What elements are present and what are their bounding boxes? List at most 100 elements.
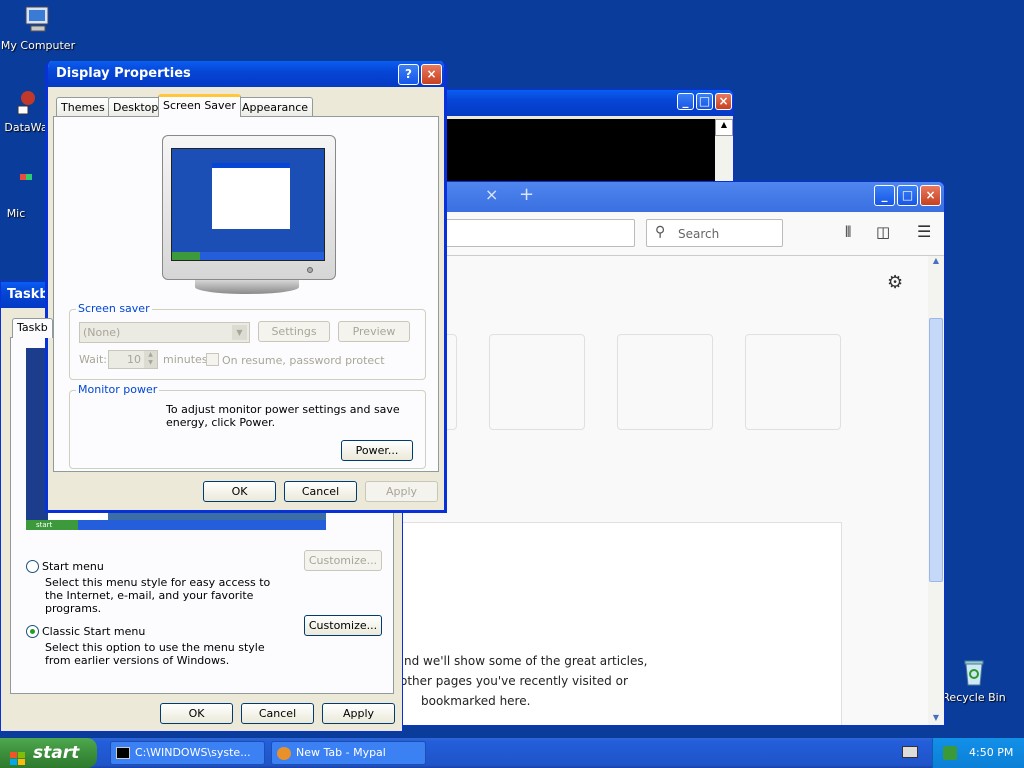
highlights-line: other pages you've recently visited or	[400, 674, 628, 688]
desktop-icon-my-computer[interactable]: My Computer	[0, 4, 76, 52]
application-icon	[10, 86, 42, 118]
top-site-tile[interactable]	[617, 334, 713, 430]
top-site-tile[interactable]	[489, 334, 585, 430]
start-label: start	[33, 743, 80, 763]
cmd-scrollbar[interactable]: ▲	[715, 119, 733, 188]
classic-start-menu-desc: Select this option to use the menu style…	[45, 641, 265, 667]
maximize-button[interactable]: □	[696, 93, 713, 110]
screen-saver-select[interactable]: (None) ▼	[79, 322, 250, 343]
preview-button[interactable]: Preview	[338, 321, 410, 342]
cmd-console[interactable]	[443, 119, 715, 188]
window-title: Taskb	[7, 287, 49, 302]
clock[interactable]: 4:50 PM	[969, 746, 1013, 759]
maximize-button[interactable]: □	[897, 185, 918, 206]
monitor-screen	[171, 148, 325, 261]
preview-start-label: start	[26, 520, 78, 530]
monitor-power-group: Monitor power To adjust monitor power se…	[69, 383, 426, 469]
browser-icon	[277, 747, 291, 760]
tab-panel: Screen saver (None) ▼ Settings Preview W…	[53, 116, 439, 472]
classic-start-menu-label: Classic Start menu	[42, 625, 146, 638]
cancel-button[interactable]: Cancel	[284, 481, 357, 502]
start-menu-radio[interactable]	[26, 560, 39, 573]
recycle-bin-icon	[958, 656, 990, 688]
ok-button[interactable]: OK	[160, 703, 233, 724]
tab-desktop[interactable]: Desktop	[108, 97, 164, 117]
power-button[interactable]: Power...	[341, 440, 413, 461]
preview-window	[212, 163, 290, 229]
taskbar-item-cmd[interactable]: C:\WINDOWS\syste...	[110, 741, 265, 765]
wait-stepper[interactable]: 10 ▲ ▼	[108, 350, 158, 369]
screen-saver-group: Screen saver (None) ▼ Settings Preview W…	[69, 302, 426, 380]
start-menu-label: Start menu	[42, 560, 104, 573]
scroll-thumb[interactable]	[929, 318, 943, 582]
display-properties-window: Display Properties ? × Themes Desktop Sc…	[45, 61, 447, 513]
minutes-label: minutes	[163, 353, 208, 366]
preview-taskbar: start	[26, 520, 326, 530]
cmd-icon	[116, 747, 130, 759]
display-properties-titlebar: Display Properties ? ×	[48, 61, 444, 87]
tab-close-icon[interactable]: ×	[485, 182, 498, 208]
tab-taskbar[interactable]: Taskb	[12, 318, 53, 338]
monitor-stand	[195, 280, 299, 294]
preview-taskbar	[172, 252, 324, 260]
new-tab-button[interactable]: +	[519, 182, 534, 208]
monitor-power-led	[307, 267, 313, 273]
windows-logo-icon	[10, 746, 26, 765]
taskbar: start C:\WINDOWS\syste... New Tab - Mypa…	[0, 738, 1024, 768]
browser-toolbar: ⚲ Search ⫴ ◫ ☰	[393, 212, 944, 256]
search-box[interactable]: ⚲ Search	[646, 219, 783, 247]
monitor-power-text: To adjust monitor power settings and sav…	[166, 403, 400, 429]
computer-icon	[22, 4, 54, 36]
tab-themes[interactable]: Themes	[56, 97, 110, 117]
tab-screen-saver[interactable]: Screen Saver	[158, 94, 241, 117]
desktop-icon-recycle-bin[interactable]: Recycle Bin	[936, 656, 1012, 704]
gear-icon[interactable]: ⚙	[887, 272, 903, 293]
close-button[interactable]: ×	[421, 64, 442, 85]
system-tray: 4:50 PM	[932, 738, 1024, 768]
help-button[interactable]: ?	[398, 64, 419, 85]
password-protect-label: On resume, password protect	[222, 354, 385, 367]
scroll-up-arrow-icon[interactable]: ▲	[715, 119, 733, 136]
apply-button[interactable]: Apply	[322, 703, 395, 724]
tray-icon[interactable]	[943, 746, 957, 760]
screen-saver-value: (None)	[83, 326, 121, 339]
new-tab-page: ⚙ nd we'll show some of the great articl…	[393, 256, 928, 725]
minimize-button[interactable]: _	[874, 185, 895, 206]
keyboard-icon[interactable]	[902, 746, 918, 758]
desktop-icon-label: Recycle Bin	[942, 691, 1006, 704]
cmd-titlebar: _ □ ×	[441, 90, 733, 116]
preview-start-button	[172, 252, 200, 260]
chevron-down-icon: ▼	[232, 325, 247, 340]
settings-button[interactable]: Settings	[258, 321, 330, 342]
scroll-up-arrow-icon[interactable]: ▲	[928, 256, 944, 270]
hamburger-menu-icon[interactable]: ☰	[917, 222, 931, 241]
monitor-preview	[159, 135, 337, 295]
sidebar-icon[interactable]: ◫	[876, 223, 890, 241]
close-button[interactable]: ×	[920, 185, 941, 206]
taskbar-item-browser[interactable]: New Tab - Mypal	[271, 741, 426, 765]
close-button[interactable]: ×	[715, 93, 732, 110]
start-button[interactable]: start	[0, 738, 97, 768]
command-prompt-window: _ □ × ▲	[440, 89, 734, 189]
cancel-button[interactable]: Cancel	[241, 703, 314, 724]
start-menu-desc: Select this menu style for easy access t…	[45, 576, 271, 615]
group-label: Screen saver	[76, 302, 152, 315]
classic-start-menu-customize-button[interactable]: Customize...	[304, 615, 382, 636]
top-site-tile[interactable]	[745, 334, 841, 430]
minimize-button[interactable]: _	[677, 93, 694, 110]
spinner-icon: ▲ ▼	[144, 351, 157, 368]
group-label: Monitor power	[76, 383, 160, 396]
library-icon[interactable]: ⫴	[845, 223, 851, 241]
apply-button[interactable]: Apply	[365, 481, 438, 502]
highlights-line: nd we'll show some of the great articles…	[404, 654, 648, 668]
scroll-down-arrow-icon[interactable]: ▼	[928, 713, 944, 725]
browser-scrollbar[interactable]: ▲ ▼	[928, 256, 944, 725]
password-protect-checkbox[interactable]	[206, 353, 219, 366]
ok-button[interactable]: OK	[203, 481, 276, 502]
taskbar-item-label: New Tab - Mypal	[296, 746, 386, 759]
tab-appearance[interactable]: Appearance	[237, 97, 314, 117]
classic-start-menu-radio[interactable]	[26, 625, 39, 638]
taskbar-item-label: C:\WINDOWS\syste...	[135, 746, 251, 759]
office-icon	[0, 172, 32, 204]
start-menu-customize-button[interactable]: Customize...	[304, 550, 382, 571]
